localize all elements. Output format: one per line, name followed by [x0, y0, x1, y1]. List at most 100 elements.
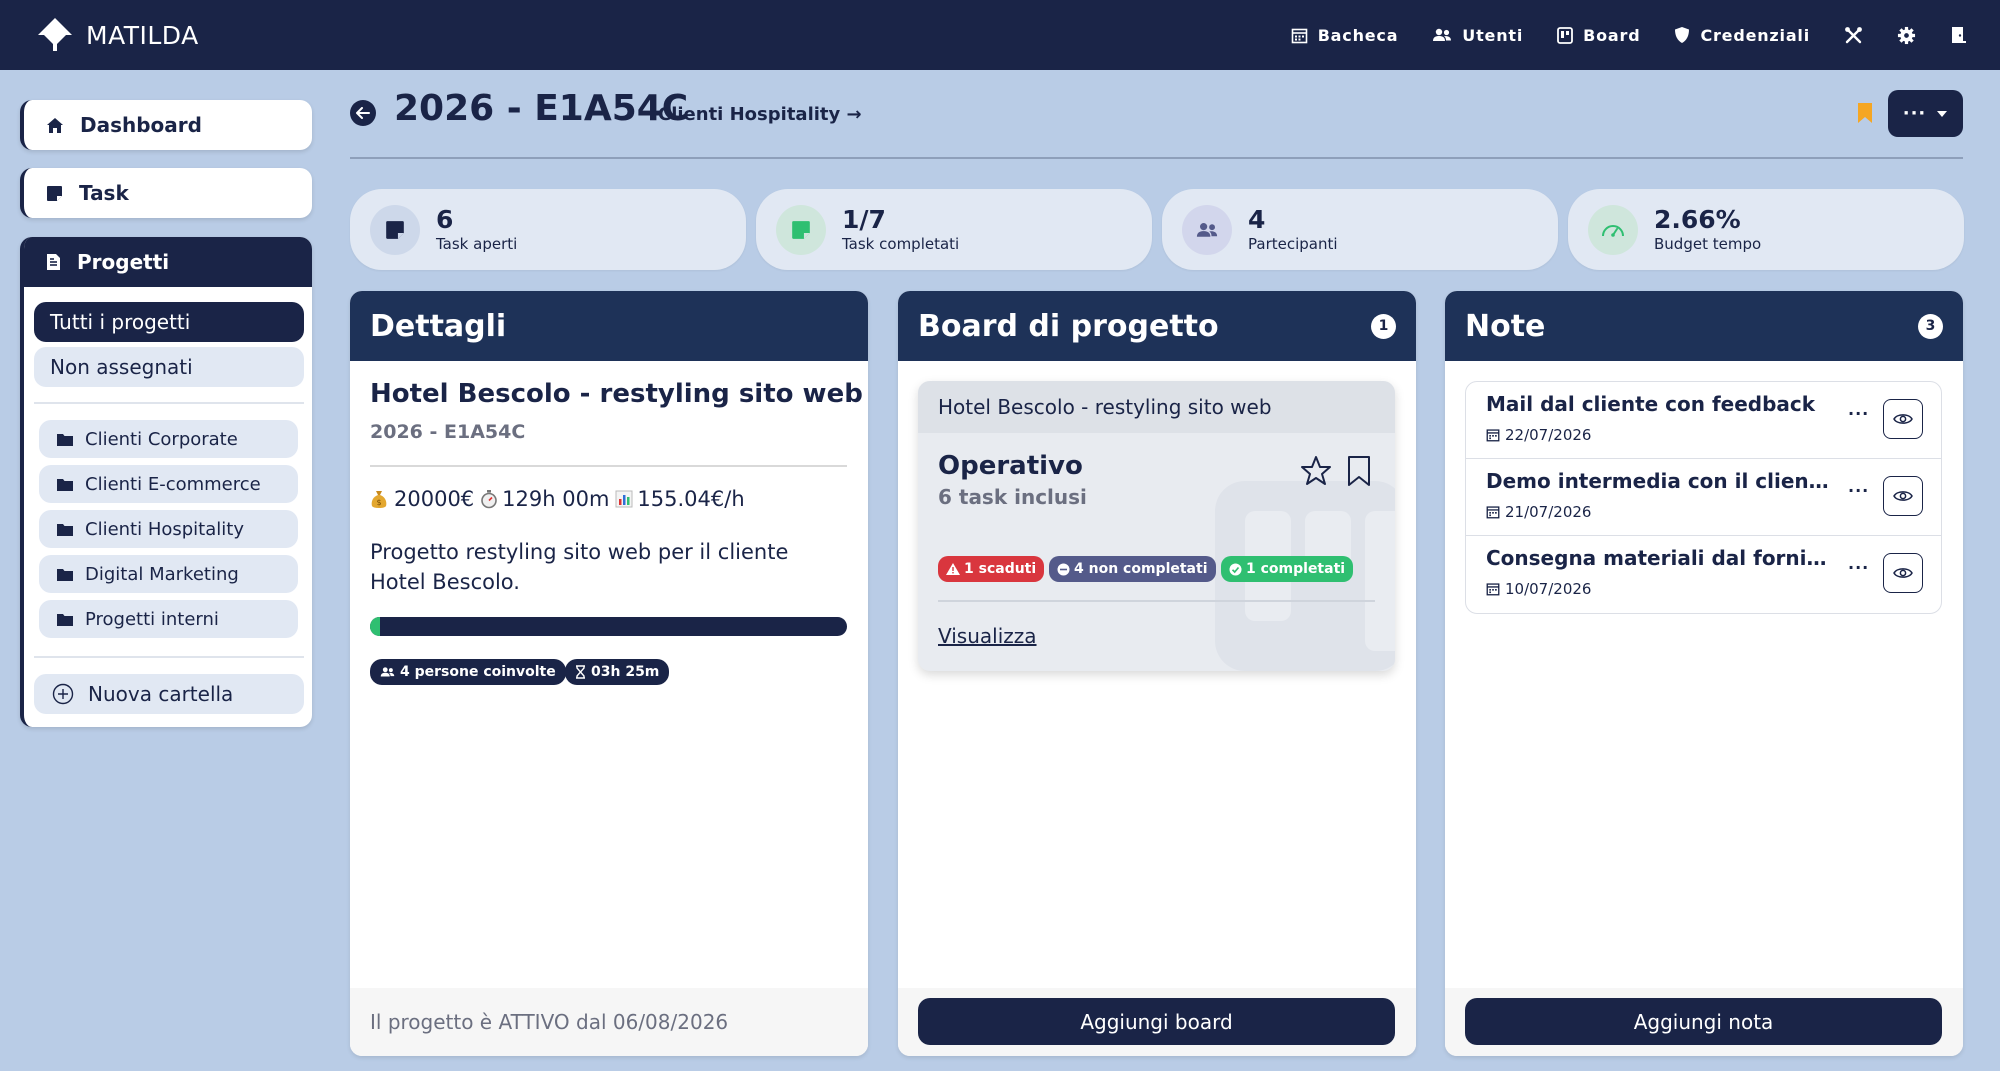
calendar-icon [1486, 429, 1500, 442]
bar-chart-icon [615, 490, 633, 508]
stat-label: Task aperti [436, 234, 518, 253]
back-button[interactable] [350, 100, 376, 126]
note-item[interactable]: Mail dal cliente con feedback 22/07/2026… [1466, 382, 1941, 459]
sidebar-progetti[interactable]: Progetti [24, 237, 312, 287]
users-icon [1433, 28, 1452, 41]
project-progress-fill [370, 617, 380, 636]
top-navbar: MATILDA Bacheca Utenti Board Credenziali [0, 0, 2000, 70]
stat-icon-wrap [1588, 204, 1638, 255]
sidebar-task[interactable]: Task [20, 168, 312, 218]
arrow-left-icon [356, 107, 370, 119]
filter-unassigned[interactable]: Non assegnati [34, 347, 304, 387]
add-note-button[interactable]: Aggiungi nota [1465, 998, 1942, 1045]
sticky-note-icon [386, 220, 404, 239]
folder-label: Clienti E-commerce [85, 473, 261, 495]
folder-digital-marketing[interactable]: Digital Marketing [39, 555, 298, 593]
board-card-project: Hotel Bescolo - restyling sito web [918, 381, 1395, 433]
document-icon [47, 254, 60, 270]
board-card[interactable]: Hotel Bescolo - restyling sito web Opera… [918, 381, 1395, 671]
project-code: 2026 - E1A54C [370, 421, 526, 443]
filter-all-projects[interactable]: Tutti i progetti [34, 302, 304, 342]
board-icon [1557, 26, 1574, 44]
sidebar-task-label: Task [79, 181, 129, 205]
view-note-button[interactable] [1883, 553, 1923, 593]
project-hours: 129h 00m [502, 487, 610, 511]
details-divider [370, 465, 847, 467]
view-board-link[interactable]: Visualizza [938, 624, 1037, 648]
folder-label: Clienti Hospitality [85, 518, 244, 540]
calendar-icon [1486, 583, 1500, 596]
project-name: Hotel Bescolo - restyling sito web [370, 379, 863, 409]
sidebar-divider [34, 402, 304, 404]
board-bookmark-button[interactable] [1346, 455, 1372, 491]
note-menu-button[interactable]: ··· [1848, 558, 1869, 577]
note-menu-button[interactable]: ··· [1848, 481, 1869, 500]
view-note-button[interactable] [1883, 476, 1923, 516]
folder-progetti-interni[interactable]: Progetti interni [39, 600, 298, 638]
page-title: 2026 - E1A54C [394, 88, 689, 129]
stat-time-budget: 2.66% Budget tempo [1568, 189, 1964, 270]
nav-utenti-label: Utenti [1462, 25, 1524, 45]
note-item[interactable]: Demo intermedia con il cliente 21/07/202… [1466, 459, 1941, 536]
folder-icon [57, 523, 73, 536]
note-item[interactable]: Consegna materiali dal fornitore 10/07/2… [1466, 536, 1941, 613]
note-date-label: 22/07/2026 [1505, 426, 1592, 444]
board-card-divider [938, 600, 1375, 602]
plus-circle-icon [52, 683, 74, 705]
brand[interactable]: MATILDA [36, 16, 199, 54]
folder-clienti-ecommerce[interactable]: Clienti E-commerce [39, 465, 298, 503]
folder-clienti-hospitality[interactable]: Clienti Hospitality [39, 510, 298, 548]
nav-credenziali-label: Credenziali [1700, 25, 1810, 45]
bookmark-button[interactable] [1857, 102, 1873, 128]
folder-clienti-corporate[interactable]: Clienti Corporate [39, 420, 298, 458]
logout-button[interactable] [1950, 26, 1966, 44]
favorite-button[interactable] [1300, 455, 1332, 491]
tools-button[interactable] [1844, 26, 1863, 45]
header-divider [350, 157, 1963, 159]
note-date-label: 10/07/2026 [1505, 580, 1592, 598]
stat-value: 1/7 [842, 204, 886, 234]
bookmark-outline-icon [1348, 456, 1370, 486]
board-panel: Board di progetto 1 Hotel Bescolo - rest… [898, 291, 1416, 1056]
folder-icon [57, 568, 73, 581]
tools-icon [1845, 26, 1862, 43]
note-date-label: 21/07/2026 [1505, 503, 1592, 521]
eye-icon [1893, 414, 1913, 424]
details-header: Dettagli [350, 291, 868, 361]
users-icon [380, 667, 395, 677]
nav-credenziali[interactable]: Credenziali [1674, 26, 1810, 45]
folder-label: Clienti Corporate [85, 428, 238, 450]
project-status-text: Il progetto è ATTIVO dal 06/08/2026 [370, 1010, 729, 1034]
tag-overdue-label: 1 scaduti [964, 561, 1037, 577]
star-icon [1301, 456, 1331, 485]
nav-board[interactable]: Board [1557, 26, 1640, 45]
settings-button[interactable] [1897, 26, 1916, 45]
stat-completed-tasks: 1/7 Task completati [756, 189, 1152, 270]
note-menu-button[interactable]: ··· [1848, 404, 1869, 423]
notes-panel: Note 3 Mail dal cliente con feedback 22/… [1445, 291, 1963, 1056]
hourglass-icon [576, 665, 585, 679]
nav-bacheca[interactable]: Bacheca [1291, 26, 1399, 45]
view-note-button[interactable] [1883, 399, 1923, 439]
note-date: 10/07/2026 [1486, 580, 1591, 598]
board-card-subtitle: 6 task inclusi [938, 485, 1087, 509]
sidebar-dashboard[interactable]: Dashboard [20, 100, 312, 150]
new-folder-button[interactable]: Nuova cartella [34, 674, 304, 714]
nav-utenti[interactable]: Utenti [1432, 26, 1523, 45]
details-title: Dettagli [370, 308, 507, 344]
details-panel: Dettagli Hotel Bescolo - restyling sito … [350, 291, 868, 1056]
filter-unassigned-label: Non assegnati [50, 355, 193, 379]
client-link[interactable]: Clienti Hospitality → [658, 104, 862, 125]
nav-board-label: Board [1583, 25, 1641, 45]
tag-incomplete: 4 non completati [1049, 556, 1216, 582]
folder-label: Progetti interni [85, 608, 219, 630]
project-hourly-rate: 155.04€/h [637, 487, 745, 511]
logo-icon [38, 18, 72, 51]
project-metrics: $ 20000€ 129h 00m 155.04€/h [370, 487, 751, 511]
project-menu-button[interactable]: ··· [1888, 90, 1963, 137]
notes-header: Note 3 [1445, 291, 1963, 361]
notes-count-badge: 3 [1918, 313, 1943, 339]
project-menu-label: ··· [1902, 103, 1927, 124]
add-board-button[interactable]: Aggiungi board [918, 998, 1395, 1045]
stat-value: 6 [436, 204, 454, 234]
